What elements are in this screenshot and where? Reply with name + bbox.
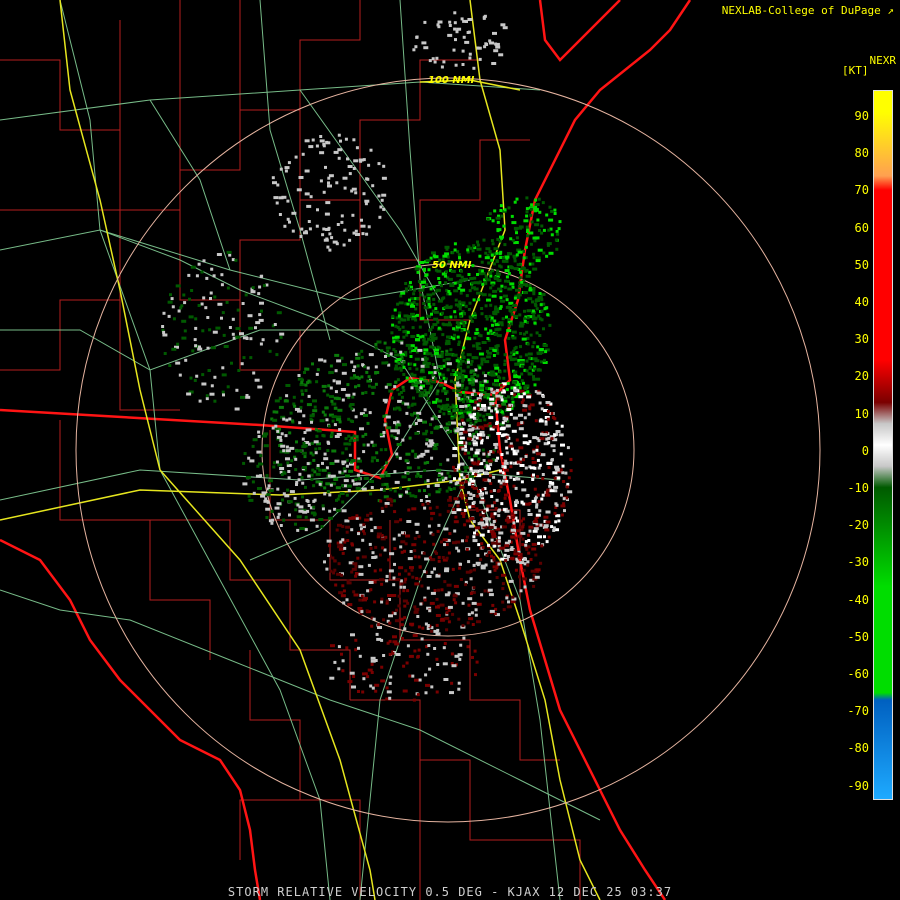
scale-tick-label: 30 [854, 332, 869, 347]
scale-tick-label: 90 [854, 109, 869, 123]
range-rings [75, 77, 821, 823]
scale-tick-label: -70 [847, 704, 869, 719]
units-label: [KT] [842, 64, 869, 77]
scale-tick-label: 70 [854, 183, 869, 198]
scale-tick-label: -40 [847, 592, 869, 607]
product-label: NEXR [869, 54, 897, 67]
scale-tick-label: 40 [854, 295, 869, 309]
radar-map: 50 NMI 100 NMI [0, 0, 821, 900]
credit-label: NEXLAB-College of DuPage ↗ [721, 4, 894, 17]
scale-tick-label: 50 [854, 257, 869, 272]
scale-tick-label: 20 [854, 369, 869, 384]
range-ring-label-50: 50 NMI [432, 260, 472, 271]
range-ring-100 [75, 77, 821, 823]
radar-velocity-echoes [161, 11, 573, 702]
velocity-color-scale [873, 90, 893, 800]
scale-tick-label: -60 [847, 667, 869, 681]
scale-tick-label: -80 [847, 741, 869, 756]
external-link-icon[interactable]: ↗ [887, 4, 894, 17]
scale-tick-label: 10 [854, 406, 869, 421]
scale-tick-label: -30 [847, 555, 869, 570]
scale-tick-label: 60 [854, 220, 869, 235]
product-caption: STORM RELATIVE VELOCITY 0.5 DEG - KJAX 1… [227, 885, 673, 899]
scale-tick-label: 80 [854, 146, 869, 161]
scale-tick-label: 0 [861, 443, 869, 458]
scale-tick-label: -90 [847, 778, 869, 793]
range-ring-label-100: 100 NMI [428, 75, 475, 86]
scale-tick-label: -20 [847, 518, 869, 533]
scale-tick-label: -10 [847, 481, 869, 495]
scale-tick-label: -50 [847, 629, 869, 644]
